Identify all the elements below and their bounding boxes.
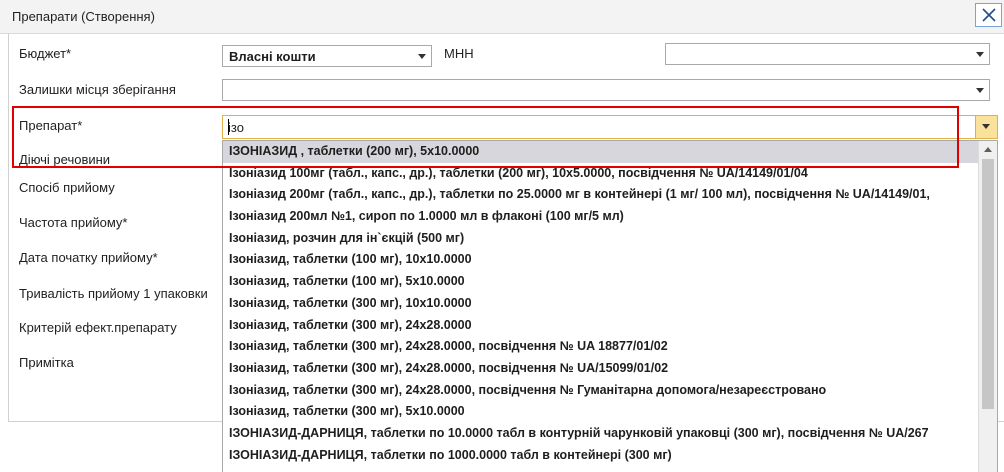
chevron-down-icon: [982, 124, 990, 129]
substances-label: Діючі речовини: [19, 152, 111, 167]
dropdown-item[interactable]: ІЗОНІАЗИД-ДАРНИЦЯ, таблетки по 1000.0000…: [223, 445, 997, 467]
dropdown-item[interactable]: Ізоніазид, таблетки (300 мг), 5x10.0000: [223, 401, 997, 423]
dropdown-item[interactable]: Ізоніазид 200мг (табл., капс., др.), таб…: [223, 184, 997, 206]
dropdown-item[interactable]: Ізоніазид, таблетки (300 мг), 10x10.0000: [223, 293, 997, 315]
dropdown-item[interactable]: Ізоніазид, таблетки (100 мг), 5x10.0000: [223, 271, 997, 293]
note-label: Примітка: [19, 355, 74, 370]
preparat-label: Препарат*: [19, 118, 83, 133]
close-button[interactable]: [975, 3, 1002, 27]
dropdown-item[interactable]: Ізоніазид, таблетки (300 мг), 24x28.0000…: [223, 380, 997, 402]
dropdown-item[interactable]: Ізоніазид, розчин для ін`єкцій (500 мг): [223, 228, 997, 250]
budget-select[interactable]: Власні кошти: [222, 45, 432, 67]
dropdown-item[interactable]: ІЗОНІАЗИД , таблетки (200 мг), 5x10.0000: [223, 141, 997, 163]
budget-value: Власні кошти: [229, 49, 316, 64]
storage-select[interactable]: [222, 79, 990, 101]
method-label: Спосіб прийому: [19, 180, 115, 195]
mnn-label: МНН: [444, 46, 474, 61]
chevron-down-icon[interactable]: [976, 52, 984, 57]
dropdown-item[interactable]: Ізоніазид 100мг (табл., капс., др.), таб…: [223, 163, 997, 185]
dropdown-item[interactable]: Ізоніазид 200мл №1, сироп по 1.0000 мл в…: [223, 206, 997, 228]
preparat-input[interactable]: ізо: [222, 115, 998, 139]
dropdown-item[interactable]: Ізоніазид, таблетки (300 мг), 24x28.0000…: [223, 336, 997, 358]
dropdown-item[interactable]: Ізоніазид, таблетки (300 мг), 24x28.0000…: [223, 358, 997, 380]
frequency-label: Частота прийому*: [19, 215, 128, 230]
preparat-dropdown-list[interactable]: ІЗОНІАЗИД , таблетки (200 мг), 5x10.0000…: [222, 140, 998, 472]
dropdown-item[interactable]: ІЗОНІАЗИД-ДАРНИЦЯ, таблетки по 10.0000 т…: [223, 423, 997, 445]
scrollbar-thumb[interactable]: [982, 159, 994, 409]
scroll-up-icon[interactable]: [984, 147, 992, 152]
criterion-label: Критерій ефект.препарату: [19, 320, 177, 335]
title-bar: Препарати (Створення): [0, 0, 1004, 34]
duration-label: Тривалість прийому 1 упаковки: [19, 286, 208, 301]
mnn-select[interactable]: [665, 43, 990, 65]
chevron-down-icon[interactable]: [976, 88, 984, 93]
start-date-label: Дата початку прийому*: [19, 250, 158, 265]
window-title: Препарати (Створення): [12, 9, 155, 24]
budget-label: Бюджет*: [19, 46, 72, 61]
preparat-value: ізо: [228, 120, 244, 135]
dropdown-scrollbar[interactable]: [978, 141, 997, 472]
dropdown-item[interactable]: Ізоніазид, таблетки (100 мг), 10x10.0000: [223, 249, 997, 271]
close-icon: [982, 8, 996, 22]
storage-label: Залишки місця зберігання: [19, 82, 176, 97]
chevron-down-icon[interactable]: [418, 54, 426, 59]
dropdown-item[interactable]: Ізоніазид, таблетки (300 мг), 24x28.0000: [223, 315, 997, 337]
preparat-dropdown-button[interactable]: [975, 116, 997, 138]
